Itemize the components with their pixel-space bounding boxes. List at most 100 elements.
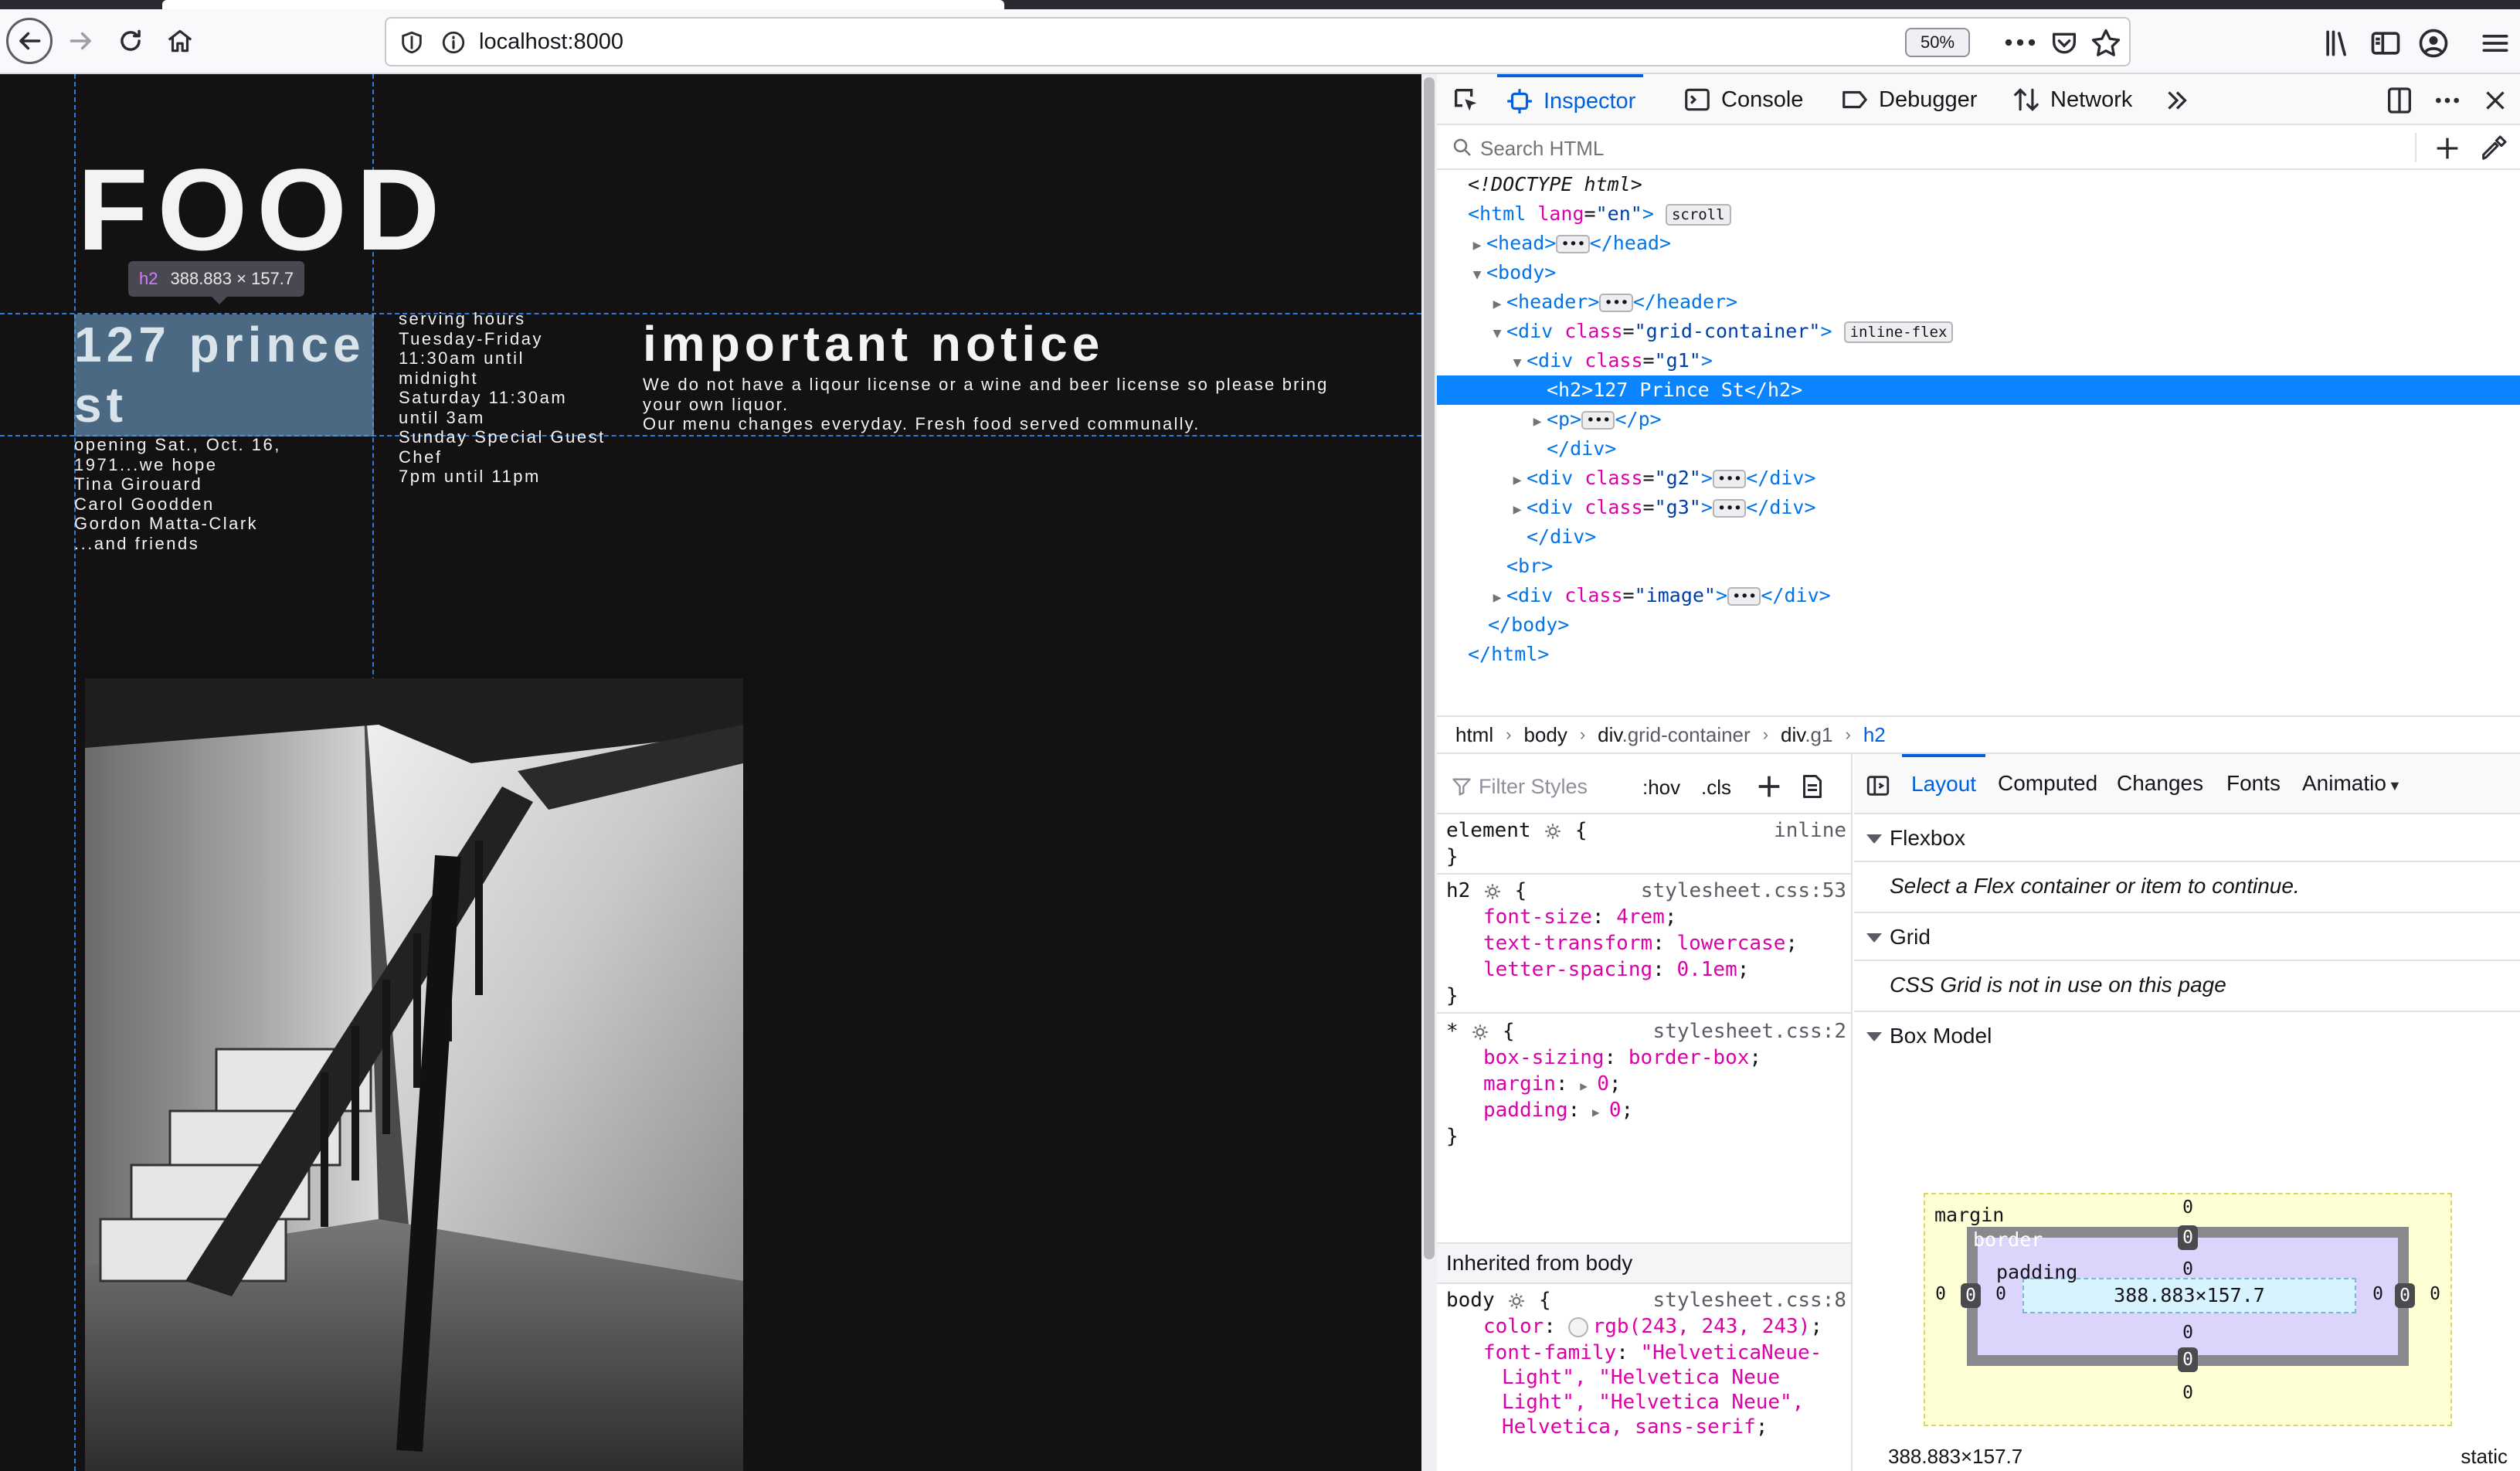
expand-triangle-icon[interactable]: ▶ <box>1508 495 1527 525</box>
breadcrumb-h2[interactable]: h2 <box>1863 723 1886 747</box>
markup-node-html[interactable]: <html lang="en"> scroll <box>1437 199 2520 229</box>
library-icon[interactable] <box>2321 26 2355 60</box>
declaration[interactable]: color: rgb(243, 243, 243); <box>1446 1313 1851 1340</box>
breadcrumb-grid-container[interactable]: div.grid-container <box>1598 723 1751 747</box>
expand-triangle-icon[interactable]: ▶ <box>1508 466 1527 495</box>
scroll-badge[interactable]: scroll <box>1665 204 1731 226</box>
declaration[interactable]: box-sizing: border-box; <box>1446 1045 1851 1071</box>
padding-top-value[interactable]: 0 <box>2179 1259 2197 1279</box>
url-bar[interactable]: localhost:8000 50% <box>385 17 2131 66</box>
padding-right-value[interactable]: 0 <box>2369 1284 2387 1304</box>
rule-selector[interactable]: body {stylesheet.css:8 <box>1446 1287 1851 1313</box>
gear-icon[interactable] <box>1543 821 1563 841</box>
inline-flex-badge[interactable]: inline-flex <box>1843 321 1954 343</box>
print-media-icon[interactable] <box>1798 773 1826 800</box>
tab-fonts[interactable]: Fonts <box>2226 754 2281 813</box>
padding-left-value[interactable]: 0 <box>1992 1284 2010 1304</box>
url-text[interactable]: localhost:8000 <box>479 29 623 55</box>
shield-icon[interactable] <box>399 29 425 56</box>
collapsed-ellipsis[interactable]: ••• <box>1556 235 1590 253</box>
address-heading[interactable]: 127 prince st <box>74 314 383 435</box>
declaration[interactable]: margin: ▶ 0; <box>1446 1071 1851 1097</box>
expand-triangle-icon[interactable]: ▶ <box>1528 407 1547 437</box>
account-icon[interactable] <box>2416 26 2450 60</box>
rule-selector[interactable]: * {stylesheet.css:2 <box>1446 1018 1851 1045</box>
expand-shorthand-icon[interactable]: ▶ <box>1580 1073 1597 1099</box>
tab-animations[interactable]: Animatio ▼ <box>2302 754 2509 813</box>
dock-side-icon[interactable] <box>2384 85 2415 116</box>
markup-node-p[interactable]: ▶ <p> ••• </p> <box>1437 405 2520 434</box>
breadcrumb-g1[interactable]: div.g1 <box>1781 723 1832 747</box>
gear-icon[interactable] <box>1470 1022 1490 1042</box>
collapse-triangle-icon[interactable]: ▼ <box>1508 348 1527 378</box>
bookmark-star-icon[interactable] <box>2089 26 2123 60</box>
tab-layout[interactable]: Layout <box>1902 754 1986 813</box>
markup-node-close[interactable]: </div> <box>1437 434 2520 464</box>
rule-source[interactable]: stylesheet.css:8 <box>1653 1287 1846 1313</box>
margin-left-value[interactable]: 0 <box>1931 1284 1950 1304</box>
page-actions-more-icon[interactable] <box>2001 28 2039 57</box>
filter-styles-input[interactable] <box>1479 773 1633 800</box>
padding-bottom-value[interactable]: 0 <box>2179 1323 2197 1343</box>
rule-selector[interactable]: element {inline <box>1446 817 1851 844</box>
border-left-value[interactable]: 0 <box>1961 1283 1981 1308</box>
markup-node-close[interactable]: </body> <box>1437 610 2520 640</box>
rule-source[interactable]: inline <box>1774 817 1846 844</box>
markup-node-image[interactable]: ▶ <div class="image"> ••• </div> <box>1437 581 2520 610</box>
border-top-value[interactable]: 0 <box>2178 1225 2198 1250</box>
tab-computed[interactable]: Computed <box>1998 754 2097 813</box>
border-bottom-value[interactable]: 0 <box>2178 1347 2198 1372</box>
color-swatch[interactable] <box>1567 1316 1588 1337</box>
grid-section-header[interactable]: Grid <box>1854 913 2520 961</box>
tab-changes[interactable]: Changes <box>2117 754 2203 813</box>
expand-triangle-icon[interactable]: ▶ <box>1488 290 1506 319</box>
declaration[interactable]: letter-spacing: 0.1em; <box>1446 956 1851 983</box>
add-node-icon[interactable] <box>2432 133 2463 164</box>
margin-top-value[interactable]: 0 <box>2179 1198 2197 1218</box>
viewport-scrollbar-thumb[interactable] <box>1424 77 1435 1259</box>
add-rule-icon[interactable] <box>1754 771 1785 802</box>
tab-inspector[interactable]: Inspector <box>1497 74 1644 125</box>
hamburger-menu-icon[interactable] <box>2478 26 2512 60</box>
home-button[interactable] <box>158 19 202 63</box>
markup-node-close[interactable]: </div> <box>1437 522 2520 552</box>
border-right-value[interactable]: 0 <box>2395 1283 2415 1308</box>
devtools-splitter[interactable] <box>1421 74 1437 1471</box>
margin-bottom-value[interactable]: 0 <box>2179 1383 2197 1403</box>
markup-node-h2-selected[interactable]: <h2>127 Prince St</h2> <box>1437 375 2520 405</box>
collapse-triangle-icon[interactable]: ▼ <box>1468 260 1486 290</box>
markup-node-head[interactable]: ▶ <head> ••• </head> <box>1437 229 2520 258</box>
tab-console[interactable]: Console <box>1683 74 1803 125</box>
gear-icon[interactable] <box>1482 882 1503 902</box>
more-options-icon[interactable] <box>2432 85 2463 116</box>
hov-button[interactable]: :hov <box>1642 776 1680 800</box>
markup-node-close[interactable]: </html> <box>1437 640 2520 669</box>
back-button[interactable] <box>6 18 53 64</box>
declaration[interactable]: font-size: 4rem; <box>1446 904 1851 930</box>
collapsed-ellipsis[interactable]: ••• <box>1712 470 1747 488</box>
markup-node-grid-container[interactable]: ▼ <div class="grid-container"> inline-fle… <box>1437 317 2520 346</box>
pocket-icon[interactable] <box>2047 28 2081 59</box>
cls-button[interactable]: .cls <box>1701 776 1731 800</box>
active-tab[interactable] <box>162 0 1004 9</box>
close-icon[interactable] <box>2481 87 2509 114</box>
collapsed-ellipsis[interactable]: ••• <box>1727 587 1761 606</box>
element-picker-icon[interactable] <box>1451 85 1482 116</box>
search-html-input[interactable] <box>1480 134 2284 162</box>
flexbox-section-header[interactable]: Flexbox <box>1854 814 2520 862</box>
rule-source[interactable]: stylesheet.css:53 <box>1641 878 1846 904</box>
expand-triangle-icon[interactable]: ▶ <box>1468 231 1486 260</box>
collapsed-ellipsis[interactable]: ••• <box>1599 294 1633 312</box>
markup-node-header[interactable]: ▶ <header> ••• </header> <box>1437 287 2520 317</box>
eyedropper-icon[interactable] <box>2478 133 2509 164</box>
collapse-triangle-icon[interactable]: ▼ <box>1488 319 1506 348</box>
reload-button[interactable] <box>108 19 153 63</box>
sidebar-icon[interactable] <box>2369 26 2403 60</box>
markup-node-g3[interactable]: ▶ <div class="g3"> ••• </div> <box>1437 493 2520 522</box>
rule-source[interactable]: stylesheet.css:2 <box>1653 1018 1846 1045</box>
expand-triangle-icon[interactable]: ▶ <box>1488 583 1506 613</box>
markup-node-br[interactable]: <br> <box>1437 552 2520 581</box>
collapsed-ellipsis[interactable]: ••• <box>1712 499 1747 518</box>
expand-shorthand-icon[interactable]: ▶ <box>1592 1099 1609 1126</box>
rule-selector[interactable]: h2 {stylesheet.css:53 <box>1446 878 1851 904</box>
